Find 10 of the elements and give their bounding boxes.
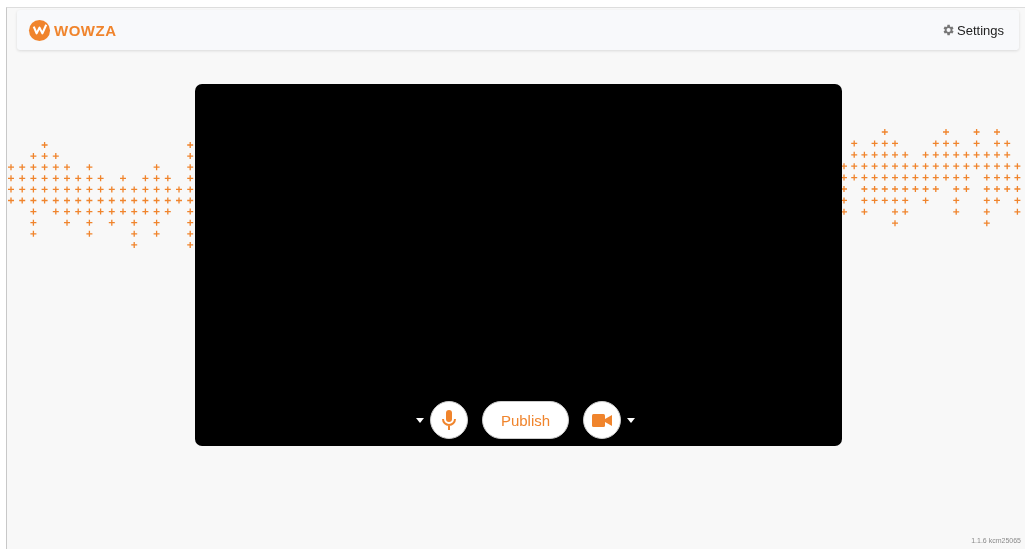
gear-icon <box>941 23 955 37</box>
microphone-icon <box>441 410 456 430</box>
caret-icon[interactable] <box>627 417 636 423</box>
logo-text: WOWZA <box>54 21 117 39</box>
caret-icon[interactable] <box>415 417 424 423</box>
camera-button[interactable] <box>583 401 622 439</box>
logo-icon <box>28 18 51 42</box>
microphone-button[interactable] <box>429 401 468 439</box>
video-camera-icon <box>592 413 613 427</box>
settings-link[interactable]: Settings <box>941 22 1004 38</box>
